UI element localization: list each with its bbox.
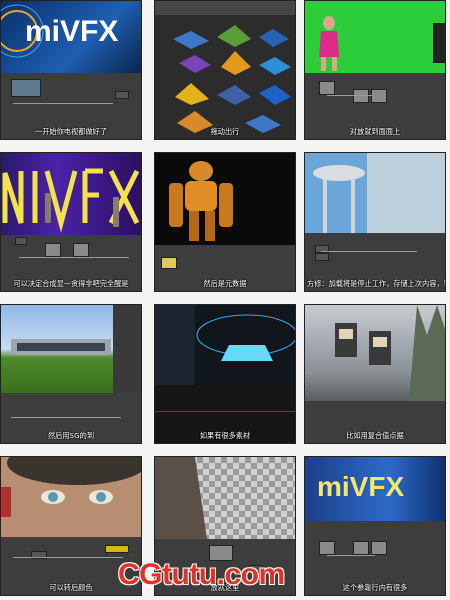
viewer-panel <box>155 305 295 385</box>
thumbnail-tile[interactable]: 对放就到面面上 <box>304 0 446 140</box>
node[interactable] <box>353 541 369 555</box>
node[interactable] <box>115 91 129 99</box>
wire <box>19 257 129 258</box>
plot-gallery <box>155 1 295 133</box>
subtitle-caption: 方修：加载将是停止工作，存储上次内容，输出比在全为讯 ·你的应 <box>307 279 445 288</box>
thumbnail-tile[interactable]: miVFX 这个参靠行内有很多 <box>304 456 446 596</box>
logo-text: miVFX <box>25 15 119 48</box>
node[interactable] <box>353 89 369 103</box>
viewer-panel <box>155 457 295 539</box>
node[interactable] <box>371 89 387 103</box>
thumbnail-tile[interactable]: 如果有很多素材 <box>154 304 296 444</box>
site-watermark: CGtutu.com <box>118 558 285 591</box>
wire <box>11 417 121 418</box>
subtitle-caption: 然后用SG的到 <box>47 431 95 440</box>
viewer-panel <box>305 305 445 401</box>
node[interactable] <box>319 541 335 555</box>
sci-fi-grid-graphic <box>155 305 295 385</box>
node[interactable] <box>73 243 89 257</box>
viewer-panel <box>305 153 445 233</box>
node[interactable] <box>15 237 27 245</box>
subtitle-caption: 如果有很多素材 <box>199 431 251 440</box>
viewer-panel <box>1 305 141 393</box>
face-closeup-graphic <box>1 457 141 517</box>
building-graphic <box>11 305 141 393</box>
node[interactable] <box>105 545 129 553</box>
thumbnail-tile[interactable]: miVFX 一开始你电视都做好了 <box>0 0 142 140</box>
subtitle-caption: 拖动出行 <box>210 127 240 136</box>
subtitle-caption: 比如用复合值点据 <box>346 431 404 440</box>
robot-graphic <box>169 161 233 241</box>
subtitle-caption: 这个参靠行内有很多 <box>342 583 408 592</box>
thumbnail-tile[interactable]: 方修：加载将是停止工作，存储上次内容，输出比在全为讯 ·你的应 <box>304 152 446 292</box>
subtitle-caption: 对放就到面面上 <box>349 127 401 136</box>
neon-letters-graphic <box>2 168 140 233</box>
node[interactable] <box>315 253 329 261</box>
viewer-panel: miVFX <box>305 457 445 521</box>
viewer-panel <box>155 1 295 139</box>
wire <box>155 411 295 412</box>
subtitle-caption: 然后是元数据 <box>203 279 247 288</box>
thumbnail-tile[interactable]: 然后用SG的到 <box>0 304 142 444</box>
thumbnail-tile[interactable]: 比如用复合值点据 <box>304 304 446 444</box>
viewer-panel <box>305 1 445 73</box>
thumbnail-tile[interactable]: 然后是元数据 <box>154 152 296 292</box>
greenscreen-figure <box>319 16 445 71</box>
viewer-panel <box>155 153 295 245</box>
wire <box>321 251 417 252</box>
subtitle-caption: 一开始你电视都做好了 <box>35 127 107 136</box>
viewer-panel <box>1 457 141 537</box>
thumbnail-tile[interactable]: 可以决定合成显一贪得非吧完全醒是 <box>0 152 142 292</box>
figure-silhouette-graphic <box>155 457 207 539</box>
viewer-panel: miVFX <box>1 1 141 73</box>
cabin-structure-graphic <box>335 305 445 401</box>
logo-text: miVFX <box>317 471 405 502</box>
wire <box>327 95 373 96</box>
tutorial-thumbnail-grid: miVFX 一开始你电视都做好了 拖动出行 对放就到面面上 可以决定合成显一贪得… <box>0 0 450 600</box>
water-tower-graphic <box>313 153 445 233</box>
node[interactable] <box>11 79 41 97</box>
node[interactable] <box>371 541 387 555</box>
node[interactable] <box>319 81 335 95</box>
viewer-panel <box>1 153 141 235</box>
wire <box>13 557 123 558</box>
node[interactable] <box>161 257 177 269</box>
subtitle-caption: 可以决定合成显一贪得非吧完全醒是 <box>13 279 129 288</box>
thumbnail-tile[interactable]: 拖动出行 <box>154 0 296 140</box>
node[interactable] <box>45 243 61 257</box>
wire <box>13 103 113 104</box>
wire <box>327 555 375 556</box>
